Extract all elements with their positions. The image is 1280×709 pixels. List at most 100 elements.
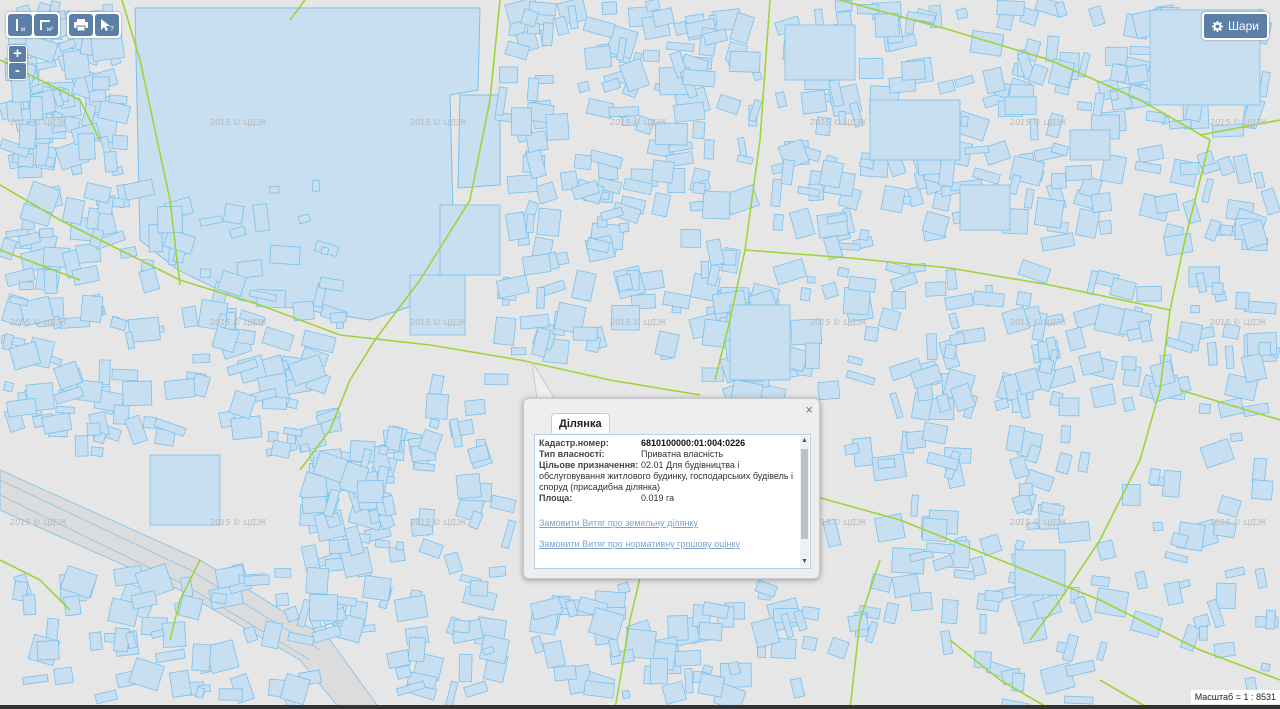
parcel[interactable] [1050,172,1067,190]
parcel[interactable] [510,347,527,356]
parcel[interactable] [428,418,441,430]
parcel[interactable] [111,134,129,151]
parcel[interactable] [972,290,1005,308]
parcel[interactable] [149,454,221,526]
parcel[interactable] [270,439,292,459]
parcel[interactable] [729,50,761,73]
parcel[interactable] [395,541,405,551]
parcel[interactable] [701,367,724,382]
parcel[interactable] [484,373,509,386]
parcel[interactable] [1190,305,1201,314]
parcel[interactable] [1163,232,1194,257]
parcel[interactable] [1098,219,1113,235]
parcel[interactable] [519,313,550,330]
parcel[interactable] [1198,403,1212,415]
parcel[interactable] [10,75,32,103]
parcel[interactable] [697,672,726,698]
parcel[interactable] [61,197,86,225]
parcel[interactable] [729,304,791,381]
parcel[interactable] [1126,63,1150,85]
parcel[interactable] [1258,341,1272,356]
parcel[interactable] [572,326,598,341]
parcel[interactable] [1199,625,1208,641]
parcel[interactable] [673,20,689,37]
parcel[interactable] [979,613,987,634]
parcel[interactable] [642,49,661,63]
parcel[interactable] [1069,129,1111,161]
parcel[interactable] [921,421,949,445]
parcel[interactable] [92,76,110,91]
parcel[interactable] [274,592,290,607]
parcel[interactable] [6,397,38,418]
layers-button[interactable]: Шари [1201,12,1269,40]
parcel[interactable] [168,669,192,698]
parcel[interactable] [1154,192,1180,215]
parcel[interactable] [651,159,675,184]
parcel[interactable] [22,594,37,616]
parcel[interactable] [1224,345,1235,369]
parcel[interactable] [222,203,245,225]
parcel[interactable] [493,316,517,346]
parcel[interactable] [682,68,716,88]
parcel[interactable] [19,281,34,290]
parcel[interactable] [199,268,211,278]
parcel[interactable] [940,598,959,625]
parcel[interactable] [964,145,990,155]
parcel[interactable] [583,45,613,70]
parcel[interactable] [943,343,958,360]
parcel[interactable] [1215,582,1237,610]
parcel[interactable] [1121,396,1136,412]
parcel[interactable] [806,276,816,284]
parcel[interactable] [601,1,618,15]
parcel[interactable] [425,392,449,420]
parcel[interactable] [1211,282,1224,295]
parcel[interactable] [667,614,689,642]
parcel[interactable] [692,121,706,140]
parcel[interactable] [43,269,58,295]
parcel[interactable] [553,664,577,682]
parcel[interactable] [843,442,860,456]
parcel[interactable] [458,653,473,683]
parcel[interactable] [772,213,784,232]
parcel[interactable] [689,200,704,212]
parcel[interactable] [1033,196,1065,229]
parcel[interactable] [230,415,263,441]
parcel[interactable] [1014,549,1066,596]
parcel[interactable] [312,179,321,192]
parcel[interactable] [269,244,301,266]
parcel[interactable] [510,107,532,136]
parcel[interactable] [1219,224,1234,237]
parcel[interactable] [545,113,570,141]
parcel[interactable] [799,287,812,302]
parcel[interactable] [452,619,471,634]
parcel[interactable] [800,89,828,115]
parcel[interactable] [1109,90,1119,102]
parcel[interactable] [393,594,429,623]
scroll-up-icon[interactable]: ▲ [800,436,809,446]
parcel[interactable] [439,204,501,276]
parcel[interactable] [996,0,1025,17]
parcel[interactable] [525,213,535,234]
parcel[interactable] [817,380,841,401]
parcel[interactable] [413,462,435,472]
parcel[interactable] [692,182,706,195]
parcel[interactable] [926,333,938,361]
parcel[interactable] [925,542,955,555]
parcel[interactable] [521,253,552,276]
parcel[interactable] [1213,641,1236,659]
parcel[interactable] [1078,351,1105,376]
parcel[interactable] [305,566,330,595]
parcel[interactable] [90,446,104,458]
tab-parcel[interactable]: Ділянка [551,413,610,433]
parcel[interactable] [847,275,877,293]
parcel[interactable] [36,640,60,661]
parcel[interactable] [286,397,299,410]
cadastral-map[interactable]: 2015 © ЦДЗК 2015 © ЦДЗК 2015 © ЦДЗК 2015 © … [0,0,1280,709]
parcel[interactable] [703,139,715,160]
parcel[interactable] [328,539,349,555]
parcel[interactable] [901,60,926,81]
parcel[interactable] [863,325,880,342]
parcel[interactable] [181,305,199,328]
parcel[interactable] [1004,96,1037,116]
parcel[interactable] [362,575,392,602]
